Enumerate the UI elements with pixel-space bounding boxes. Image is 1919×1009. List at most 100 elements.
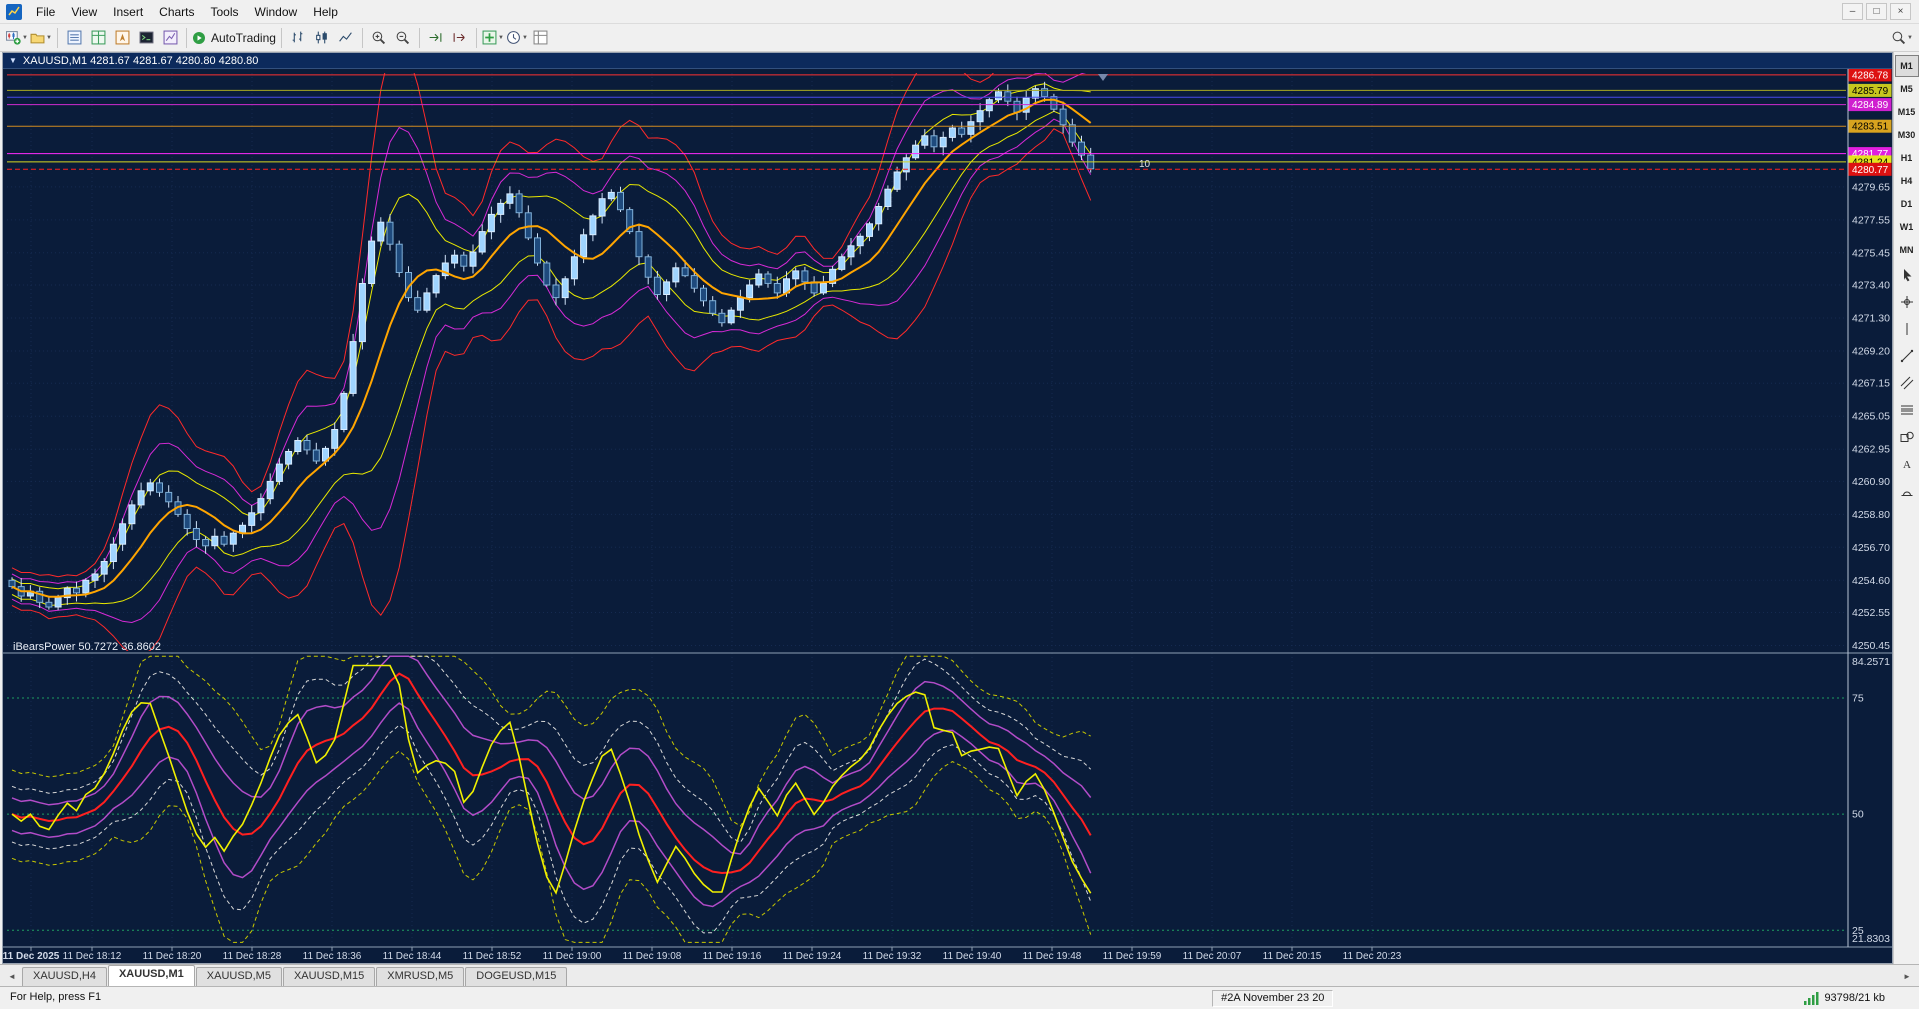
svg-text:4267.15: 4267.15 (1852, 378, 1890, 390)
svg-text:11 Dec 19:16: 11 Dec 19:16 (703, 951, 762, 962)
periods-button[interactable]: ▼ (505, 27, 529, 49)
status-traffic-text: 93798/21 kb (1824, 992, 1885, 1004)
svg-text:11 Dec 19:48: 11 Dec 19:48 (1023, 951, 1082, 962)
menu-tools[interactable]: Tools (203, 2, 247, 22)
menu-help[interactable]: Help (305, 2, 346, 22)
fibonacci-icon (1900, 403, 1914, 422)
line-chart-button[interactable] (334, 27, 358, 49)
bars-chart-icon (290, 30, 305, 45)
chart-tab-dogeusd-m15[interactable]: DOGEUSD,M15 (465, 967, 568, 986)
menu-file[interactable]: File (28, 2, 63, 22)
trendline-tool-button[interactable] (1895, 346, 1919, 370)
svg-text:21.8303: 21.8303 (1852, 933, 1890, 945)
menu-window[interactable]: Window (247, 2, 306, 22)
chart-shift-button[interactable] (448, 27, 472, 49)
search-icon (1891, 30, 1906, 45)
new-chart-icon (6, 30, 21, 45)
indicator-label: iBearsPower 50.7272 36.8602 (13, 641, 161, 653)
text-tool-button[interactable]: A (1895, 454, 1919, 478)
svg-text:4269.20: 4269.20 (1852, 346, 1890, 358)
chart-tab-xauusd-m5[interactable]: XAUUSD,M5 (195, 967, 282, 986)
autotrading-button[interactable]: AutoTrading (191, 27, 277, 49)
svg-text:11 Dec 20:23: 11 Dec 20:23 (1343, 951, 1402, 962)
svg-text:4265.05: 4265.05 (1852, 411, 1890, 423)
templates-button[interactable] (529, 27, 553, 49)
svg-text:4256.70: 4256.70 (1852, 542, 1890, 554)
timeframe-mn-button[interactable]: MN (1895, 239, 1919, 261)
navigator-button[interactable] (110, 27, 134, 49)
candles-chart-button[interactable] (310, 27, 334, 49)
fibonacci-tool-button[interactable] (1895, 400, 1919, 424)
market-watch-icon (67, 30, 82, 45)
timeframe-d1-button[interactable]: D1 (1895, 193, 1919, 215)
data-window-button[interactable] (86, 27, 110, 49)
close-button[interactable]: × (1890, 3, 1911, 20)
chart-tab-xmrusd-m5[interactable]: XMRUSD,M5 (376, 967, 465, 986)
svg-text:4283.51: 4283.51 (1852, 122, 1889, 133)
svg-text:4284.89: 4284.89 (1852, 100, 1889, 111)
restore-button[interactable]: □ (1866, 3, 1887, 20)
svg-text:4279.65: 4279.65 (1852, 181, 1890, 193)
dropdown-caret-icon: ▼ (497, 34, 504, 41)
svg-text:A: A (1903, 459, 1911, 471)
shapes-tool-button[interactable] (1895, 427, 1919, 451)
svg-text:75: 75 (1852, 693, 1864, 705)
navigator-icon (115, 30, 130, 45)
toolbar-separator (361, 27, 363, 48)
zoom-in-button[interactable] (367, 27, 391, 49)
trendline-icon (1900, 349, 1914, 368)
timeframe-h4-button[interactable]: H4 (1895, 170, 1919, 192)
menu-view[interactable]: View (63, 2, 105, 22)
timeframe-m30-button[interactable]: M30 (1895, 124, 1919, 146)
chart-tab-xauusd-h4[interactable]: XAUUSD,H4 (22, 967, 107, 986)
timeframe-w1-button[interactable]: W1 (1895, 216, 1919, 238)
search-button[interactable]: ▼ (1890, 27, 1914, 49)
terminal-icon (139, 30, 154, 45)
channel-icon (1900, 376, 1914, 395)
svg-text:11 Dec 19:08: 11 Dec 19:08 (623, 951, 682, 962)
profiles-button[interactable]: ▼ (29, 27, 53, 49)
svg-text:11 Dec 18:28: 11 Dec 18:28 (223, 951, 282, 962)
svg-text:4258.80: 4258.80 (1852, 509, 1890, 521)
tabs-scroll-right[interactable]: ► (1899, 968, 1915, 984)
tabs-scroll-left[interactable]: ◄ (4, 968, 20, 984)
zoom-out-button[interactable] (391, 27, 415, 49)
status-help-text: For Help, press F1 (8, 989, 110, 1007)
cycle-tool-button[interactable] (1895, 481, 1919, 505)
zoom-in-icon (371, 30, 386, 45)
status-bar: For Help, press F1 #2A November 23 20 93… (0, 986, 1919, 1009)
menu-bar: File View Insert Charts Tools Window Help – □ × (0, 0, 1919, 24)
toolbar: ▼ ▼ AutoTrading ▼ ▼ ▼ (0, 24, 1919, 52)
market-watch-button[interactable] (62, 27, 86, 49)
chart-tab-xauusd-m15[interactable]: XAUUSD,M15 (282, 967, 376, 986)
minimize-button[interactable]: – (1842, 3, 1863, 20)
svg-text:11 Dec 18:12: 11 Dec 18:12 (63, 951, 122, 962)
status-note-field[interactable]: #2A November 23 20 (1212, 989, 1334, 1007)
vertical-line-tool-button[interactable] (1895, 319, 1919, 343)
terminal-button[interactable] (134, 27, 158, 49)
auto-scroll-icon (428, 30, 443, 45)
chart-shift-icon (452, 30, 467, 45)
chart-canvas[interactable]: 10 4279.65 4277.55 4275.45 4273.40 4271.30 426… (3, 69, 1892, 963)
chart-annotation: 10 (1139, 159, 1151, 170)
channel-tool-button[interactable] (1895, 373, 1919, 397)
timeframe-h1-button[interactable]: H1 (1895, 147, 1919, 169)
strategy-tester-icon (163, 30, 178, 45)
autotrading-label: AutoTrading (211, 30, 276, 45)
crosshair-tool-button[interactable] (1895, 292, 1919, 316)
menu-insert[interactable]: Insert (105, 2, 151, 22)
timeframe-m15-button[interactable]: M15 (1895, 101, 1919, 123)
menu-charts[interactable]: Charts (151, 2, 202, 22)
chart-tab-xauusd-m1[interactable]: XAUUSD,M1 (107, 965, 195, 986)
svg-text:11 Dec 18:20: 11 Dec 18:20 (143, 951, 202, 962)
strategy-tester-button[interactable] (158, 27, 182, 49)
new-chart-button[interactable]: ▼ (5, 27, 29, 49)
indicators-button[interactable]: ▼ (481, 27, 505, 49)
timeframe-m5-button[interactable]: M5 (1895, 78, 1919, 100)
cursor-tool-button[interactable] (1895, 265, 1919, 289)
svg-text:4286.78: 4286.78 (1852, 70, 1889, 81)
timeframe-m1-button[interactable]: M1 (1894, 55, 1919, 77)
bars-chart-button[interactable] (286, 27, 310, 49)
auto-scroll-button[interactable] (424, 27, 448, 49)
chart-caption[interactable]: ▼ XAUUSD,M1 4281.67 4281.67 4280.80 4280… (3, 53, 1892, 69)
